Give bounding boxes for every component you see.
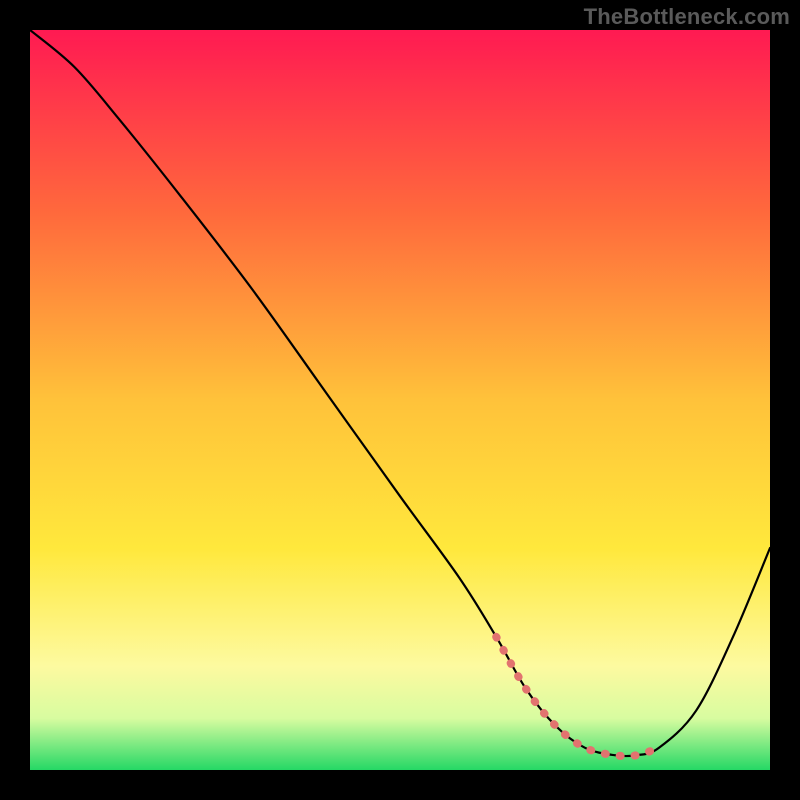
- watermark-text: TheBottleneck.com: [584, 4, 790, 30]
- plot-area: [30, 30, 770, 770]
- chart-frame: TheBottleneck.com: [0, 0, 800, 800]
- gradient-background: [30, 30, 770, 770]
- chart-svg: [30, 30, 770, 770]
